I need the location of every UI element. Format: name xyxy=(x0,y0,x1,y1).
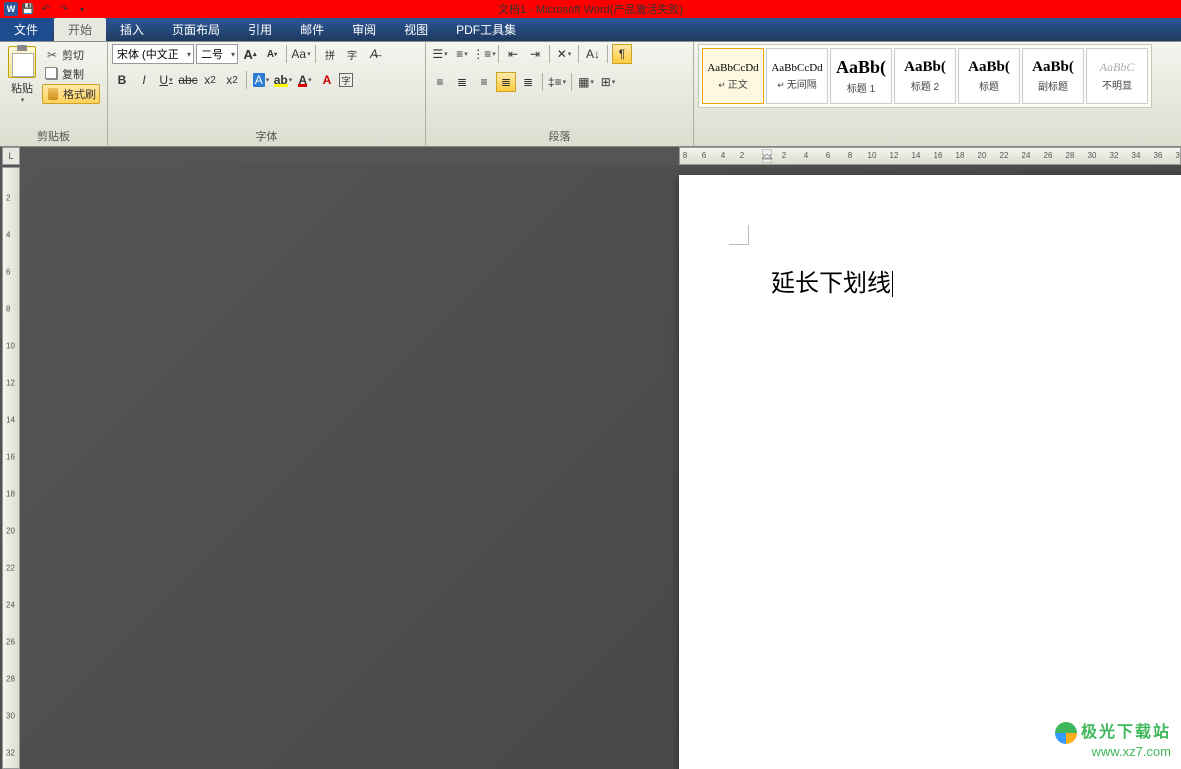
margin-mark-top-left xyxy=(729,225,749,245)
font-size-combo[interactable]: 二号▾ xyxy=(196,44,238,64)
justify-button[interactable]: ≣ xyxy=(496,72,516,92)
vertical-ruler[interactable]: 2468101214161820222426283032 xyxy=(2,167,20,769)
watermark-name: 极光下载站 xyxy=(1081,724,1171,741)
tab-references[interactable]: 引用 xyxy=(234,18,286,41)
document-area: 2468101214161820222426283032 延长下划线 xyxy=(0,165,1181,769)
font-color-button[interactable]: A▾ xyxy=(295,70,315,90)
text-effects-button[interactable]: A▾ xyxy=(251,70,271,90)
paste-button[interactable]: 粘贴 ▾ xyxy=(4,44,40,106)
tab-view[interactable]: 视图 xyxy=(390,18,442,41)
watermark: 极光下载站 www.xz7.com xyxy=(1055,718,1171,759)
ribbon: 粘贴 ▾ ✂剪切 复制 格式刷 剪贴板 宋体 (中文正▾ 二号▾ A▴ A▾ A… xyxy=(0,42,1181,147)
borders-button[interactable]: ⊞▾ xyxy=(598,72,618,92)
chevron-down-icon: ▾ xyxy=(187,50,191,59)
bold-button[interactable]: B xyxy=(112,70,132,90)
style-item-1[interactable]: AaBbCcDd↵无间隔 xyxy=(766,48,828,104)
tab-mailings[interactable]: 邮件 xyxy=(286,18,338,41)
group-font: 宋体 (中文正▾ 二号▾ A▴ A▾ Aa▾ 拼 字 A̶ B I U▾ abc xyxy=(108,42,426,146)
shading-button[interactable]: ▦▾ xyxy=(576,72,596,92)
text-cursor xyxy=(892,271,893,297)
change-case-button[interactable]: Aa▾ xyxy=(291,44,311,64)
show-marks-button[interactable]: ¶ xyxy=(612,44,632,64)
bullets-button[interactable]: ☰▾ xyxy=(430,44,450,64)
char-border-button[interactable]: 字 xyxy=(339,73,353,87)
ruler-area: L 86422468101214161820222426283032343638 xyxy=(0,147,1181,165)
cut-button[interactable]: ✂剪切 xyxy=(42,46,100,64)
document-background[interactable]: 延长下划线 xyxy=(20,165,1181,769)
scissors-icon: ✂ xyxy=(45,48,59,62)
enclose-chars-button[interactable]: 字 xyxy=(342,44,362,64)
tab-layout[interactable]: 页面布局 xyxy=(158,18,234,41)
paragraph-group-label: 段落 xyxy=(430,126,689,146)
style-item-0[interactable]: AaBbCcDd↵正文 xyxy=(702,48,764,104)
clear-format-button[interactable]: A̶ xyxy=(364,44,384,64)
brush-icon xyxy=(46,87,60,101)
subscript-button[interactable]: x2 xyxy=(200,70,220,90)
underline-button[interactable]: U▾ xyxy=(156,70,176,90)
font-name-combo[interactable]: 宋体 (中文正▾ xyxy=(112,44,194,64)
char-shading-button[interactable]: A xyxy=(317,70,337,90)
tab-insert[interactable]: 插入 xyxy=(106,18,158,41)
redo-icon[interactable]: ↷ xyxy=(56,1,72,17)
qat-dropdown-icon[interactable]: ▾ xyxy=(74,1,90,17)
styles-gallery[interactable]: AaBbCcDd↵正文AaBbCcDd↵无间隔AaBb(标题 1AaBb(标题 … xyxy=(698,44,1152,108)
style-item-3[interactable]: AaBb(标题 2 xyxy=(894,48,956,104)
italic-button[interactable]: I xyxy=(134,70,154,90)
numbering-button[interactable]: ≡▾ xyxy=(452,44,472,64)
word-app-icon[interactable]: W xyxy=(4,2,18,16)
highlight-button[interactable]: ab▾ xyxy=(273,70,293,90)
shrink-font-button[interactable]: A▾ xyxy=(262,44,282,64)
tab-pdf[interactable]: PDF工具集 xyxy=(442,18,530,41)
window-title: 文档1 - Microsoft Word(产品激活失败) xyxy=(498,1,683,17)
style-item-5[interactable]: AaBb(副标题 xyxy=(1022,48,1084,104)
decrease-indent-button[interactable]: ⇤ xyxy=(503,44,523,64)
tab-selector[interactable]: L xyxy=(2,147,20,165)
phonetic-guide-button[interactable]: 拼 xyxy=(320,44,340,64)
distributed-button[interactable]: ≣ xyxy=(518,72,538,92)
paste-label: 粘贴 xyxy=(11,80,33,96)
quick-access-toolbar: W 💾 ↶ ↷ ▾ xyxy=(0,1,90,17)
sort-button[interactable]: A↓ xyxy=(583,44,603,64)
title-bar: W 💾 ↶ ↷ ▾ 文档1 - Microsoft Word(产品激活失败) xyxy=(0,0,1181,18)
style-item-4[interactable]: AaBb(标题 xyxy=(958,48,1020,104)
group-paragraph: ☰▾ ≡▾ ⋮≡▾ ⇤ ⇥ ✕▾ A↓ ¶ ≡ ≣ ≡ xyxy=(426,42,694,146)
chevron-down-icon: ▾ xyxy=(231,50,235,59)
undo-icon[interactable]: ↶ xyxy=(38,1,54,17)
save-icon[interactable]: 💾 xyxy=(20,1,36,17)
tab-file[interactable]: 文件 xyxy=(0,18,52,41)
align-left-button[interactable]: ≡ xyxy=(430,72,450,92)
document-page[interactable]: 延长下划线 xyxy=(679,175,1181,769)
multilevel-list-button[interactable]: ⋮≡▾ xyxy=(474,44,494,64)
align-right-button[interactable]: ≡ xyxy=(474,72,494,92)
align-center-button[interactable]: ≣ xyxy=(452,72,472,92)
style-item-6[interactable]: AaBbC不明显 xyxy=(1086,48,1148,104)
superscript-button[interactable]: x2 xyxy=(222,70,242,90)
grow-font-button[interactable]: A▴ xyxy=(240,44,260,64)
font-group-label: 字体 xyxy=(112,126,421,146)
paste-icon xyxy=(8,46,36,78)
copy-icon xyxy=(45,67,59,81)
line-spacing-button[interactable]: ‡≡▾ xyxy=(547,72,567,92)
format-painter-button[interactable]: 格式刷 xyxy=(42,84,100,104)
document-text[interactable]: 延长下划线 xyxy=(771,263,893,298)
style-item-2[interactable]: AaBb(标题 1 xyxy=(830,48,892,104)
increase-indent-button[interactable]: ⇥ xyxy=(525,44,545,64)
asian-layout-button[interactable]: ✕▾ xyxy=(554,44,574,64)
strikethrough-button[interactable]: abc xyxy=(178,70,198,90)
clipboard-group-label: 剪贴板 xyxy=(4,126,103,146)
ribbon-tabs: 文件 开始 插入 页面布局 引用 邮件 审阅 视图 PDF工具集 xyxy=(0,18,1181,42)
tab-review[interactable]: 审阅 xyxy=(338,18,390,41)
horizontal-ruler[interactable]: 86422468101214161820222426283032343638 xyxy=(679,147,1181,165)
indent-marker[interactable] xyxy=(762,149,772,163)
watermark-url: www.xz7.com xyxy=(1055,744,1171,759)
tab-home[interactable]: 开始 xyxy=(54,18,106,41)
copy-button[interactable]: 复制 xyxy=(42,65,100,83)
group-styles: AaBbCcDd↵正文AaBbCcDd↵无间隔AaBb(标题 1AaBb(标题 … xyxy=(694,42,1181,146)
watermark-logo-icon xyxy=(1055,722,1077,744)
group-clipboard: 粘贴 ▾ ✂剪切 复制 格式刷 剪贴板 xyxy=(0,42,108,146)
paste-dropdown-icon: ▾ xyxy=(21,96,25,104)
